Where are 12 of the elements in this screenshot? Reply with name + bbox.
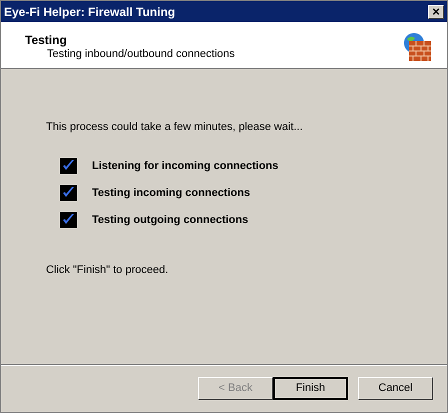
- default-button[interactable]: Finish: [273, 377, 348, 400]
- step-label: Testing incoming connections: [92, 186, 250, 200]
- close-button[interactable]: ×: [428, 4, 444, 18]
- step-label: Testing outgoing connections: [92, 213, 248, 227]
- header-title: Testing: [25, 33, 68, 47]
- window-title: Eye-Fi Helper: Firewall Tuning: [4, 4, 176, 20]
- globe-brick-wall-icon: [401, 31, 433, 63]
- step-label: Listening for incoming connections: [92, 159, 278, 173]
- header-subtitle: Testing inbound/outbound connections: [46, 47, 235, 61]
- dialog-button[interactable]: Cancel: [358, 377, 433, 400]
- intro-text: This process could take a few minutes, please wait...: [46, 120, 304, 134]
- footer-note: Click "Finish" to proceed.: [46, 263, 170, 277]
